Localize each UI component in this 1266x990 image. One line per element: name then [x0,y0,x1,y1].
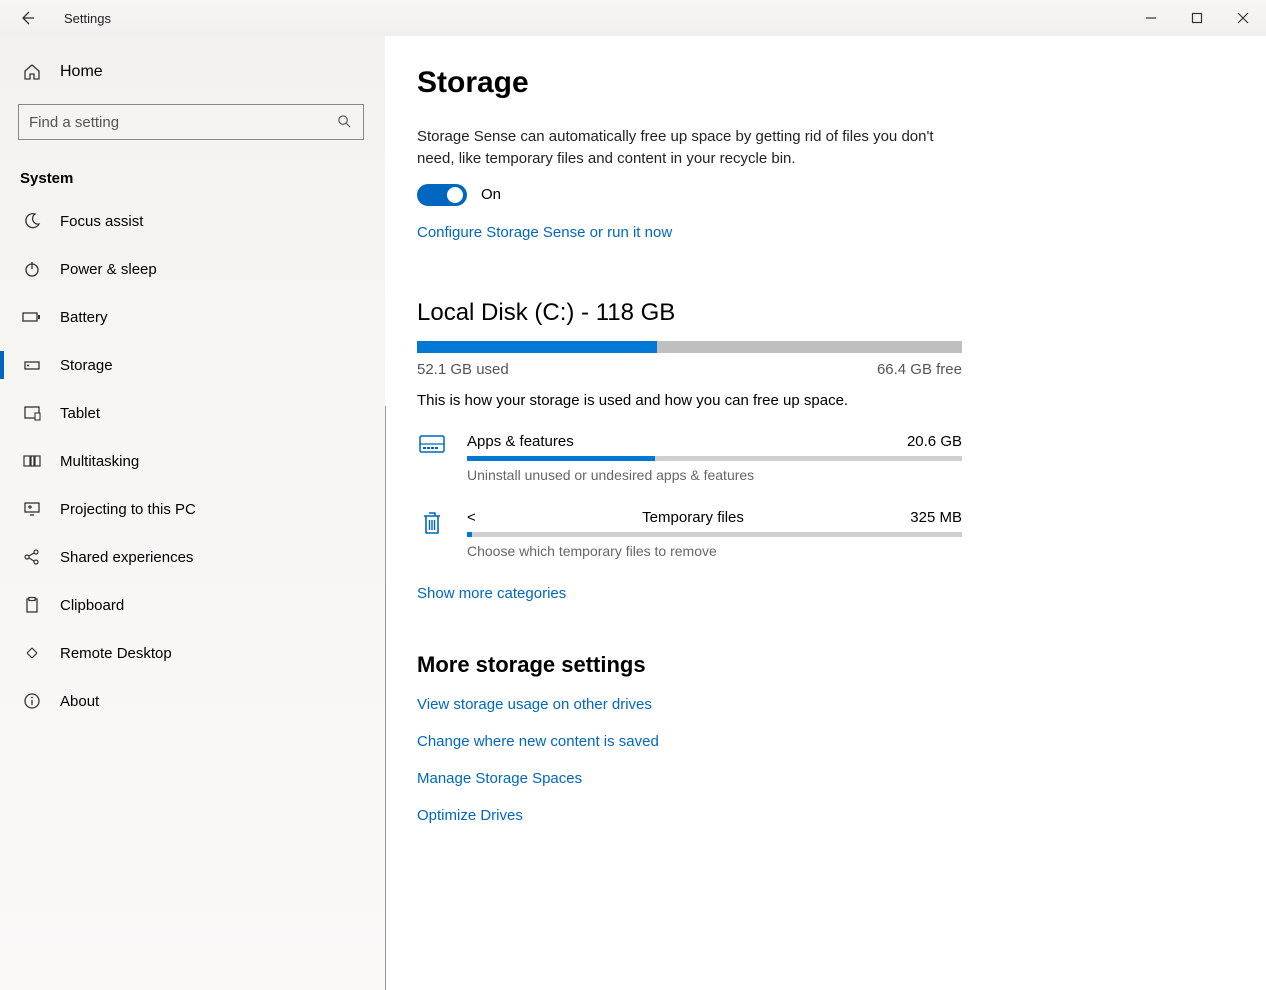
nav-label: Projecting to this PC [60,501,196,518]
scroll-indicator[interactable] [385,406,386,990]
nav-about[interactable]: About [0,677,385,725]
projecting-icon [22,499,42,519]
category-size: 20.6 GB [907,433,962,450]
search-icon [337,114,353,130]
more-storage-settings-title: More storage settings [417,652,1226,678]
nav-remote-desktop[interactable]: Remote Desktop [0,629,385,677]
disk-used-label: 52.1 GB used [417,361,509,378]
disk-free-label: 66.4 GB free [877,361,962,378]
disk-usage-bar [417,341,962,353]
category-sub: Uninstall unused or undesired apps & fea… [467,467,962,483]
nav-label: Battery [60,309,108,326]
category-name: Temporary files [642,509,744,526]
link-optimize-drives[interactable]: Optimize Drives [417,807,1226,824]
multitasking-icon [22,451,42,471]
category-sub: Choose which temporary files to remove [467,543,962,559]
nav-battery[interactable]: Battery [0,293,385,341]
link-storage-spaces[interactable]: Manage Storage Spaces [417,770,1226,787]
nav-label: Focus assist [60,213,143,230]
storage-sense-description: Storage Sense can automatically free up … [417,126,957,170]
power-icon [22,259,42,279]
trash-icon [417,509,447,539]
nav-focus-assist[interactable]: Focus assist [0,197,385,245]
nav-label: Power & sleep [60,261,157,278]
category-name: Apps & features [467,433,574,450]
nav-label: Storage [60,357,113,374]
nav-label: About [60,693,99,710]
minimize-button[interactable] [1128,2,1174,34]
disk-title: Local Disk (C:) - 118 GB [417,299,1226,327]
category-size: 325 MB [910,509,962,526]
nav-label: Remote Desktop [60,645,172,662]
home-icon [22,62,42,82]
content-pane: Storage Storage Sense can automatically … [385,36,1266,990]
share-icon [22,547,42,567]
search-input[interactable] [29,114,337,131]
nav-label: Shared experiences [60,549,193,566]
close-button[interactable] [1220,2,1266,34]
nav-home-label: Home [60,63,103,81]
info-icon [22,691,42,711]
nav-power-sleep[interactable]: Power & sleep [0,245,385,293]
nav-home[interactable]: Home [0,52,385,92]
sidebar-section-label: System [0,148,385,197]
category-temporary-files[interactable]: <Temporary files 325 MB Choose which tem… [417,509,962,559]
nav-projecting[interactable]: Projecting to this PC [0,485,385,533]
nav-tablet[interactable]: Tablet [0,389,385,437]
link-other-drives[interactable]: View storage usage on other drives [417,696,1226,713]
storage-icon [22,355,42,375]
search-box[interactable] [18,104,364,140]
back-button[interactable] [18,9,36,27]
nav-label: Multitasking [60,453,139,470]
tablet-icon [22,403,42,423]
nav-label: Tablet [60,405,100,422]
nav-label: Clipboard [60,597,124,614]
storage-sense-toggle[interactable] [417,184,467,206]
maximize-button[interactable] [1174,2,1220,34]
link-change-save-location[interactable]: Change where new content is saved [417,733,1226,750]
category-apps-features[interactable]: Apps & features 20.6 GB Uninstall unused… [417,433,962,483]
configure-storage-sense-link[interactable]: Configure Storage Sense or run it now [417,224,1226,241]
app-title: Settings [64,11,111,26]
page-title: Storage [417,66,1226,100]
sidebar: Home System Focus assist Power & sleep [0,36,385,990]
show-more-categories-link[interactable]: Show more categories [417,585,1226,602]
toggle-state-label: On [481,186,501,203]
apps-icon [417,433,447,463]
usage-hint: This is how your storage is used and how… [417,392,1226,409]
nav-multitasking[interactable]: Multitasking [0,437,385,485]
category-bar [467,532,962,537]
moon-icon [22,211,42,231]
nav-clipboard[interactable]: Clipboard [0,581,385,629]
nav-storage[interactable]: Storage [0,341,385,389]
nav-shared-experiences[interactable]: Shared experiences [0,533,385,581]
battery-icon [22,307,42,327]
category-bar [467,456,962,461]
titlebar: Settings [0,0,1266,36]
remote-icon [22,643,42,663]
clipboard-icon [22,595,42,615]
